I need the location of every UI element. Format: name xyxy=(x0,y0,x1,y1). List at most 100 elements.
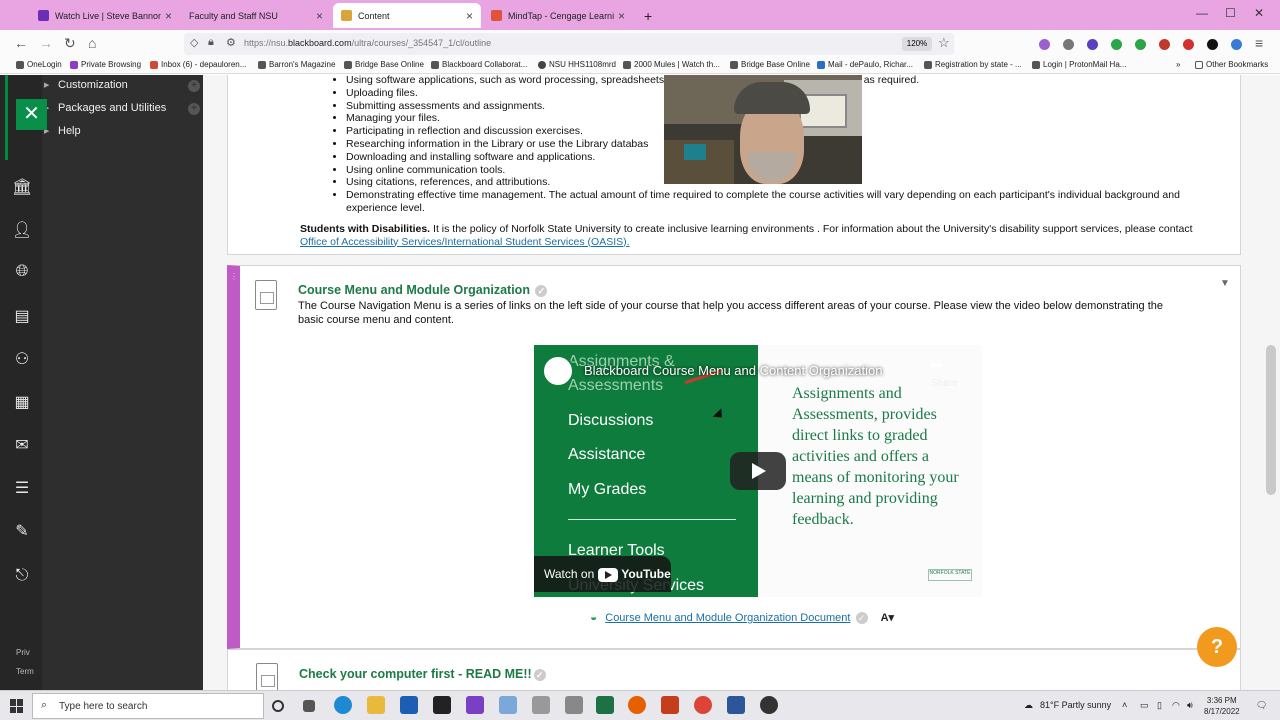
downloads-icon[interactable] xyxy=(1063,39,1074,50)
back-icon[interactable]: ← xyxy=(14,35,28,51)
app-icon[interactable] xyxy=(760,696,778,714)
checkmark-icon[interactable]: ✓ xyxy=(855,612,868,625)
profile-icon[interactable]: 👤︎ xyxy=(12,220,32,240)
excel-icon[interactable] xyxy=(596,696,614,714)
scrollbar-thumb[interactable] xyxy=(1266,345,1276,495)
extension-icon[interactable] xyxy=(1207,39,1218,50)
alternative-formats-icon[interactable]: A▾ xyxy=(881,612,894,624)
reload-icon[interactable]: ↻ xyxy=(64,35,76,52)
chrome-icon[interactable] xyxy=(694,696,712,714)
document-link[interactable]: Course Menu and Module Organization Docu… xyxy=(605,612,850,624)
bookmark-star-icon[interactable]: ☆ xyxy=(938,35,950,51)
cortana-icon[interactable] xyxy=(272,700,284,712)
tab-close-icon[interactable]: × xyxy=(316,9,323,23)
content-item-title[interactable]: Course Menu and Module Organization ✓ xyxy=(298,283,548,297)
tab-close-icon[interactable]: × xyxy=(618,9,625,23)
pocket-icon[interactable] xyxy=(1039,39,1050,50)
app-icon[interactable] xyxy=(433,696,451,714)
play-button[interactable] xyxy=(730,452,786,490)
bookmark-item[interactable]: Blackboard Collaborat... xyxy=(431,60,527,69)
bookmark-item[interactable]: 2000 Mules | Watch th... xyxy=(623,60,720,69)
tools-icon[interactable]: ✎ xyxy=(12,521,32,541)
globe-icon[interactable]: 🌐︎ xyxy=(12,263,32,283)
extension-icon[interactable] xyxy=(1231,39,1242,50)
tab-content[interactable]: Content × xyxy=(333,3,481,28)
chevron-down-icon[interactable]: ▼ xyxy=(1220,278,1230,289)
zoom-level[interactable]: 120% xyxy=(902,37,932,51)
menu-item-customization[interactable]: ▶ Customization xyxy=(44,79,128,91)
checkmark-icon[interactable]: ✓ xyxy=(533,668,546,681)
institution-icon[interactable]: 🏛︎ xyxy=(12,177,32,197)
maximize-icon[interactable]: ☐ xyxy=(1225,6,1236,20)
organizations-icon[interactable]: ⚇ xyxy=(12,349,32,369)
bookmark-item[interactable]: Mail - dePaulo, Richar... xyxy=(817,60,913,69)
youtube-video-embed[interactable]: Assignments & Assessments Discussions As… xyxy=(534,345,982,597)
sign-out-icon[interactable]: ⎋ xyxy=(12,567,32,587)
notifications-icon[interactable]: 🗨︎ xyxy=(1256,700,1267,711)
privacy-link[interactable]: Priv xyxy=(16,648,30,657)
bookmark-item[interactable]: Bridge Base Online xyxy=(344,60,424,69)
bookmark-item[interactable]: Registration by state - ... xyxy=(924,60,1022,69)
app-icon[interactable] xyxy=(499,696,517,714)
extension-icon[interactable] xyxy=(1111,39,1122,50)
task-view-icon[interactable] xyxy=(303,700,315,712)
file-explorer-icon[interactable] xyxy=(367,696,385,714)
lock-icon[interactable]: 🔒︎ xyxy=(208,36,214,49)
app-icon[interactable] xyxy=(466,696,484,714)
edge-icon[interactable] xyxy=(334,696,352,714)
close-window-icon[interactable]: ✕ xyxy=(1254,6,1264,20)
menu-item-help[interactable]: ▶ Help xyxy=(44,125,81,137)
tab-close-icon[interactable]: × xyxy=(466,9,473,23)
bookmark-item[interactable]: Login | ProtonMail Ha... xyxy=(1032,60,1126,69)
network-icon[interactable]: ▭ xyxy=(1140,700,1149,711)
extension-icon[interactable] xyxy=(1183,39,1194,50)
bookmark-item[interactable]: Inbox (6) - depauloren... xyxy=(150,60,246,69)
drag-handle-icon[interactable]: ⋮ xyxy=(230,272,238,281)
chevron-right-icon[interactable]: » xyxy=(1176,60,1180,69)
taskbar-search[interactable]: ⌕ Type here to search xyxy=(32,693,264,719)
bookmark-item[interactable]: Private Browsing xyxy=(70,60,141,69)
bookmark-item[interactable]: OneLogin xyxy=(16,60,62,69)
close-course-button[interactable]: ✕ xyxy=(16,99,47,130)
powerpoint-icon[interactable] xyxy=(661,696,679,714)
checkmark-icon[interactable]: ✓ xyxy=(535,284,548,297)
firefox-icon[interactable] xyxy=(628,696,646,714)
new-tab-button[interactable]: + xyxy=(636,3,656,28)
wifi-icon[interactable]: ◠ xyxy=(1172,700,1180,711)
watch-on-youtube-button[interactable]: Watch on YouTube xyxy=(534,556,671,592)
menu-icon[interactable]: ≡ xyxy=(1255,35,1263,51)
grades-icon[interactable]: ☰ xyxy=(12,478,32,498)
add-icon[interactable]: + xyxy=(188,80,200,92)
tab-watch-live[interactable]: Watch Live | Steve Bannon War × xyxy=(30,3,180,28)
address-bar[interactable]: ◇ 🔒︎ ⚙︎ https://nsu.blackboard.com/ultra… xyxy=(184,33,954,55)
volume-icon[interactable]: 🔊︎ xyxy=(1187,700,1193,711)
video-title[interactable]: Blackboard Course Menu and Content Organ… xyxy=(584,363,882,378)
calendar-icon[interactable]: ▦ xyxy=(12,392,32,412)
app-icon[interactable] xyxy=(532,696,550,714)
help-button[interactable]: ? xyxy=(1197,627,1237,667)
content-item-title[interactable]: Check your computer first - READ ME!! ✓ xyxy=(299,667,546,681)
menu-item-packages[interactable]: ▶Packages and Utilities xyxy=(44,102,166,114)
app-icon[interactable] xyxy=(565,696,583,714)
bookmark-item[interactable]: Bridge Base Online xyxy=(730,60,810,69)
word-icon[interactable] xyxy=(727,696,745,714)
shield-icon[interactable]: ◇ xyxy=(190,36,198,49)
other-bookmarks[interactable]: Other Bookmarks xyxy=(1195,60,1268,69)
minimize-icon[interactable]: — xyxy=(1196,6,1208,20)
messages-icon[interactable]: ✉︎ xyxy=(12,435,32,455)
chevron-up-icon[interactable]: ˄ xyxy=(1122,700,1127,710)
forward-icon[interactable]: → xyxy=(39,35,53,51)
extension-icon[interactable] xyxy=(1135,39,1146,50)
battery-icon[interactable]: ▯ xyxy=(1157,700,1162,711)
bookmark-item[interactable]: NSU HHS1108mrd xyxy=(538,60,616,69)
tab-close-icon[interactable]: × xyxy=(165,9,172,23)
home-icon[interactable]: ⌂ xyxy=(88,35,96,51)
terms-link[interactable]: Term xyxy=(16,667,34,676)
share-label[interactable]: Share xyxy=(931,378,958,389)
bookmark-item[interactable]: Barron's Magazine xyxy=(258,60,335,69)
system-clock[interactable]: 3:36 PM 8/17/2022 xyxy=(1204,695,1240,717)
courses-icon[interactable]: ▤ xyxy=(12,306,32,326)
store-icon[interactable] xyxy=(400,696,418,714)
extension-icon[interactable] xyxy=(1159,39,1170,50)
permissions-icon[interactable]: ⚙︎ xyxy=(226,36,236,49)
